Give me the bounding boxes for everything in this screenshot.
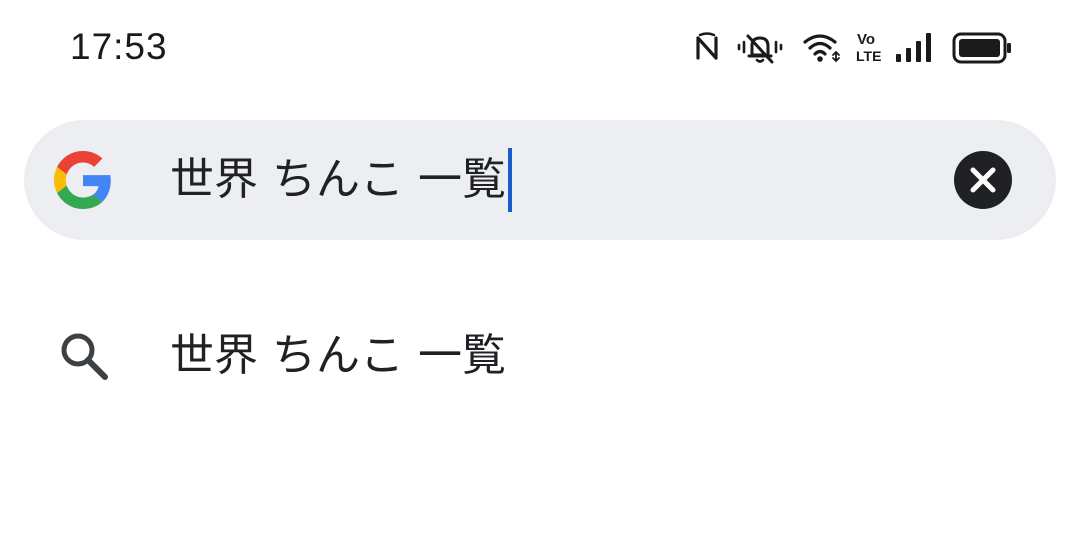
vibrate-icon [737,34,783,64]
suggestion-item[interactable]: 世界 ちんこ 一覧 [0,300,1080,410]
volte-icon: Vo LTE [856,31,881,64]
search-input[interactable]: 世界 ちんこ 一覧 [170,146,512,214]
signal-icon [896,33,931,62]
nfc-icon [696,32,718,60]
search-query-text[interactable]: 世界 ちんこ 一覧 [170,158,506,202]
volte-bottom-label: LTE [856,48,881,64]
search-icon [61,333,108,380]
status-bar: 17:53 Vo LTE [0,0,1080,96]
search-bar[interactable]: 世界 ちんこ 一覧 [24,120,1056,240]
google-g-icon [54,151,111,209]
close-icon [970,167,996,193]
clear-search-button[interactable] [954,151,1012,209]
battery-icon [952,32,1011,64]
wifi-icon [803,34,840,63]
text-caret [507,148,512,212]
suggestion-text: 世界 ちんこ 一覧 [170,330,506,381]
volte-top-label: Vo [857,31,875,48]
status-icons: Vo LTE [0,28,1080,68]
google-search-screen: 17:53 Vo LTE 世界 ちんこ 一覧 世界 ちんこ 一覧 [0,0,1080,554]
